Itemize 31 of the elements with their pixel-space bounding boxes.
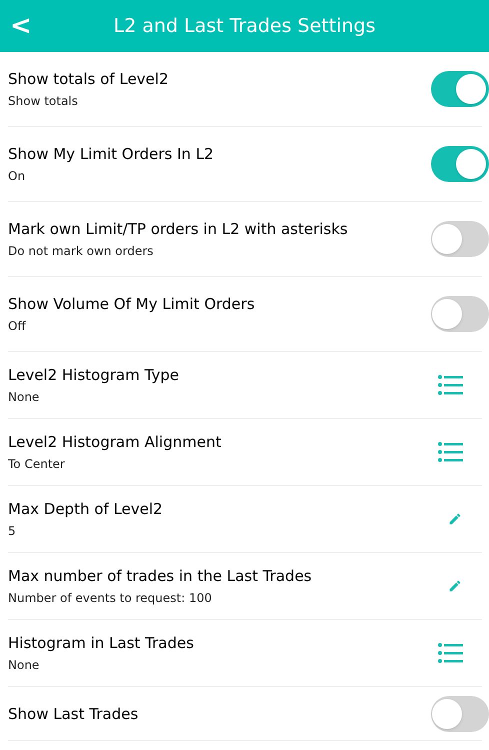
- setting-value: Number of events to request: 100: [8, 590, 213, 606]
- setting-title: Show totals of Level2: [8, 69, 170, 89]
- setting-title: Mark own Limit/TP orders in L2 with asterisks: [8, 219, 349, 239]
- setting-title: Show Last Trades: [8, 704, 140, 724]
- back-button[interactable]: <: [10, 13, 32, 39]
- toggle-switch[interactable]: [431, 696, 489, 732]
- list-icon[interactable]: [438, 375, 464, 395]
- edit-icon[interactable]: [448, 579, 462, 593]
- toggle-switch[interactable]: [431, 296, 489, 332]
- toggle-switch[interactable]: [431, 146, 489, 182]
- setting-title: Histogram in Last Trades: [8, 633, 195, 653]
- page-title: L2 and Last Trades Settings: [113, 14, 376, 39]
- list-icon[interactable]: [438, 643, 464, 663]
- setting-value: On: [8, 168, 26, 184]
- setting-value: Off: [8, 318, 27, 334]
- setting-title: Level2 Histogram Type: [8, 365, 180, 385]
- setting-title: Level2 Histogram Alignment: [8, 432, 222, 452]
- setting-value: 5: [8, 523, 17, 539]
- setting-value: None: [8, 389, 40, 405]
- toggle-switch[interactable]: [431, 221, 489, 257]
- setting-title: Show Volume Of My Limit Orders: [8, 294, 256, 314]
- list-icon[interactable]: [438, 442, 464, 462]
- setting-title: Max Depth of Level2: [8, 499, 164, 519]
- setting-value: Show totals: [8, 93, 79, 109]
- setting-value: To Center: [8, 456, 66, 472]
- setting-value: None: [8, 657, 40, 673]
- setting-value: Do not mark own orders: [8, 243, 154, 259]
- toggle-switch[interactable]: [431, 71, 489, 107]
- setting-title: Max number of trades in the Last Trades: [8, 566, 313, 586]
- setting-title: Show My Limit Orders In L2: [8, 144, 215, 164]
- edit-icon[interactable]: [448, 512, 462, 526]
